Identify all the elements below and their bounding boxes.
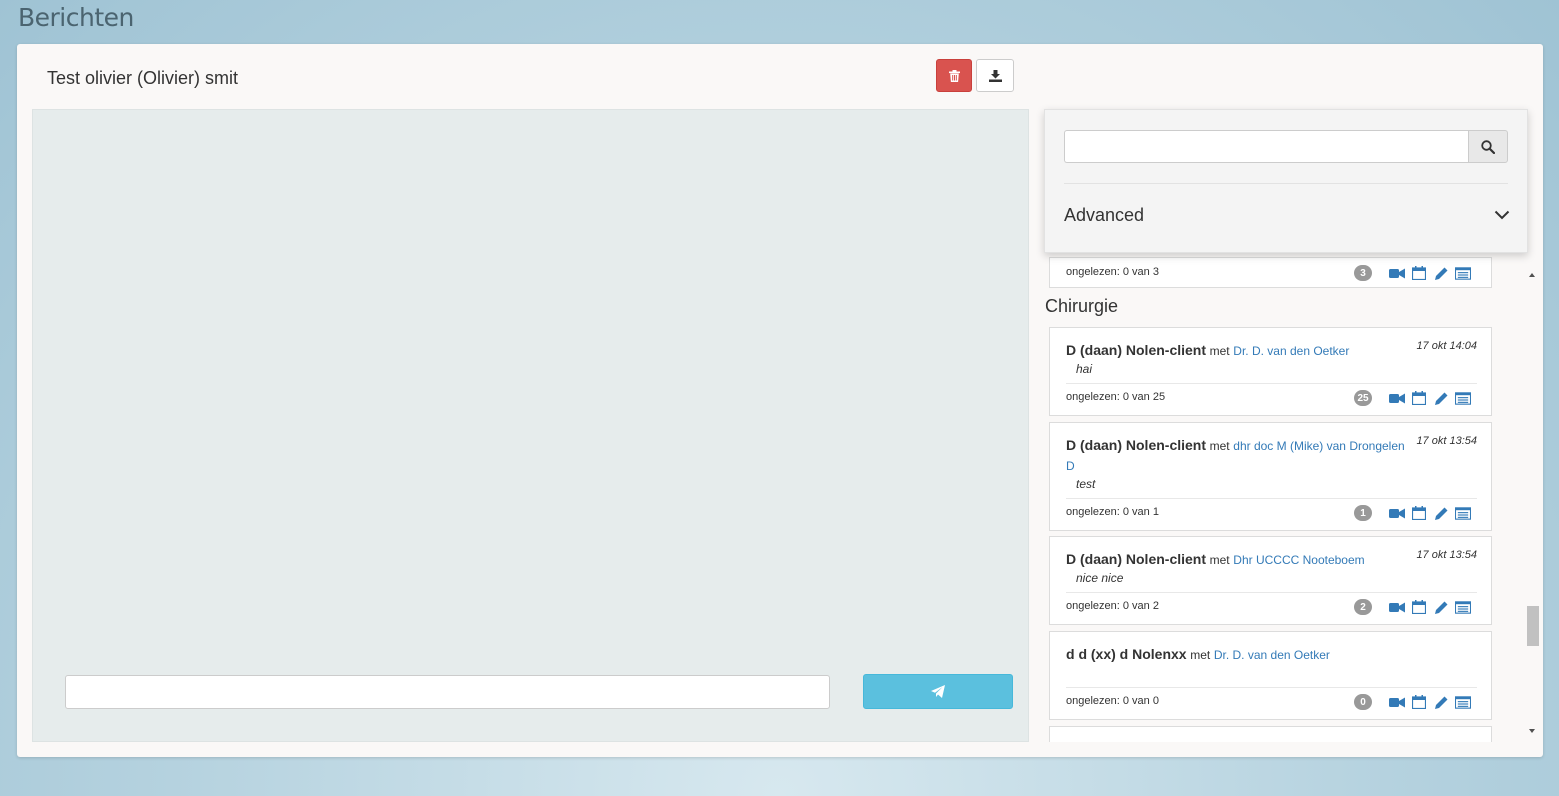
list-icon[interactable] — [1455, 600, 1471, 614]
conversation-title: Test olivier (Olivier) smit — [47, 68, 239, 88]
pencil-icon[interactable] — [1433, 391, 1449, 405]
video-icon[interactable] — [1389, 266, 1405, 280]
message-preview: test — [1076, 477, 1096, 491]
card-actions: 25 — [1354, 390, 1471, 406]
section-title: Chirurgie — [1045, 296, 1119, 316]
unread-count: ongelezen: 0 van 3 — [1066, 266, 1159, 278]
advanced-label: Advanced — [1064, 204, 1145, 225]
unread-count: ongelezen: 0 van 2 — [1066, 600, 1159, 612]
met-label: met — [1209, 344, 1230, 358]
send-icon — [931, 685, 945, 698]
unread-count: ongelezen: 0 van 25 — [1066, 391, 1166, 403]
client-name: D (daan) Nolen-client — [1066, 437, 1207, 453]
scroll-down-arrow[interactable] — [1529, 729, 1535, 733]
timestamp: 17 okt 13:54 — [1416, 549, 1477, 561]
client-name: d d (xx) d Nolenxx — [1066, 646, 1187, 662]
scroll-thumb[interactable] — [1527, 606, 1539, 646]
pencil-icon[interactable] — [1433, 506, 1449, 520]
video-icon[interactable] — [1389, 695, 1405, 709]
met-label: met — [1209, 439, 1230, 453]
list-item[interactable]: D (daan) Nolen-client met dhr doc M (Mik… — [1049, 422, 1492, 531]
unread-count: ongelezen: 0 van 0 — [1066, 695, 1159, 707]
client-name: D (daan) Nolen-client — [1066, 551, 1207, 567]
page-title: Berichten — [18, 3, 134, 32]
conversation-panel: Test olivier (Olivier) smit ongelezen: 0… — [17, 44, 1543, 757]
message-count-badge: 25 — [1354, 390, 1372, 406]
pencil-icon[interactable] — [1433, 600, 1449, 614]
timestamp: 17 okt 14:04 — [1416, 340, 1477, 352]
message-count-badge: 1 — [1354, 505, 1372, 521]
trash-icon — [948, 69, 960, 82]
list-item[interactable]: d d (xx) d Nolenxx met Dr. D. van den Oe… — [1049, 631, 1492, 720]
search-button[interactable] — [1468, 130, 1508, 163]
card-header: D (daan) Nolen-client met Dhr UCCCC Noot… — [1066, 549, 1411, 570]
card-header: D (daan) Nolen-client met dhr doc M (Mik… — [1066, 435, 1411, 476]
unread-count: ongelezen: 0 van 1 — [1066, 506, 1159, 518]
video-icon[interactable] — [1389, 600, 1405, 614]
divider — [1066, 383, 1477, 384]
video-icon[interactable] — [1389, 506, 1405, 520]
send-button[interactable] — [863, 674, 1013, 709]
message-count-badge: 2 — [1354, 599, 1372, 615]
message-preview: nice nice — [1076, 571, 1124, 585]
list-icon[interactable] — [1455, 391, 1471, 405]
list-item[interactable]: ongelezen: 0 van 3 3 — [1049, 257, 1492, 288]
participant-link[interactable]: Dr. D. van den Oetker — [1214, 648, 1330, 662]
download-icon — [988, 69, 1002, 82]
card-actions: 0 — [1354, 694, 1471, 710]
calendar-icon[interactable] — [1411, 506, 1427, 520]
divider — [1066, 687, 1477, 688]
client-name: D (daan) Nolen-client — [1066, 342, 1207, 358]
pencil-icon[interactable] — [1433, 266, 1449, 280]
calendar-icon[interactable] — [1411, 266, 1427, 280]
participant-link[interactable]: Dhr UCCCC Nooteboem — [1233, 553, 1364, 567]
chevron-down-icon — [1494, 210, 1510, 220]
participant-link[interactable]: Dr. D. van den Oetker — [1233, 344, 1349, 358]
list-icon[interactable] — [1455, 695, 1471, 709]
card-actions: 3 — [1354, 265, 1471, 281]
met-label: met — [1209, 553, 1230, 567]
calendar-icon[interactable] — [1411, 600, 1427, 614]
scroll-up-arrow[interactable] — [1529, 273, 1535, 277]
message-count-badge: 3 — [1354, 265, 1372, 281]
list-icon[interactable] — [1455, 506, 1471, 520]
calendar-icon[interactable] — [1411, 391, 1427, 405]
video-icon[interactable] — [1389, 391, 1405, 405]
met-label: met — [1190, 648, 1211, 662]
card-header: d d (xx) d Nolenxx met Dr. D. van den Oe… — [1066, 644, 1411, 665]
search-icon — [1481, 139, 1495, 154]
list-scrollbar[interactable] — [1525, 270, 1541, 740]
list-item[interactable] — [1049, 726, 1492, 742]
message-count-badge: 0 — [1354, 694, 1372, 710]
search-panel: Advanced — [1044, 109, 1528, 253]
delete-button[interactable] — [936, 59, 972, 92]
download-button[interactable] — [976, 59, 1014, 92]
message-preview: hai — [1076, 362, 1093, 376]
divider — [1066, 498, 1477, 499]
chat-area — [32, 109, 1029, 742]
list-item[interactable]: D (daan) Nolen-client met Dr. D. van den… — [1049, 327, 1492, 416]
list-icon[interactable] — [1455, 266, 1471, 280]
divider — [1064, 183, 1508, 184]
card-header: D (daan) Nolen-client met Dr. D. van den… — [1066, 340, 1411, 361]
card-actions: 2 — [1354, 599, 1471, 615]
advanced-toggle[interactable]: Advanced — [1064, 203, 1510, 227]
pencil-icon[interactable] — [1433, 695, 1449, 709]
list-item[interactable]: D (daan) Nolen-client met Dhr UCCCC Noot… — [1049, 536, 1492, 625]
search-input[interactable] — [1064, 130, 1469, 163]
card-actions: 1 — [1354, 505, 1471, 521]
message-input[interactable] — [65, 675, 830, 709]
calendar-icon[interactable] — [1411, 695, 1427, 709]
divider — [1066, 592, 1477, 593]
timestamp: 17 okt 13:54 — [1416, 435, 1477, 447]
